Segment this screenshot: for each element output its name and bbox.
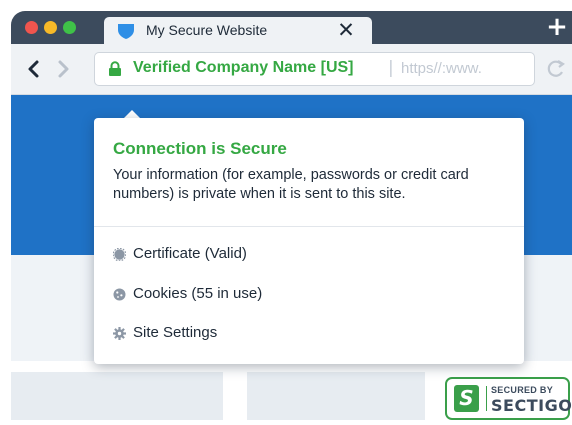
site-settings-label: Site Settings	[133, 324, 218, 341]
badge-divider	[486, 386, 487, 411]
popup-title: Connection is Secure	[113, 139, 287, 158]
sectigo-secured-badge[interactable]: S SECURED BY SECTIGO	[445, 377, 572, 420]
minimize-window-button[interactable]	[44, 21, 57, 34]
sectigo-logo-icon: S	[454, 385, 479, 412]
address-bar[interactable]: Verified Company Name [US] | https//:www…	[94, 52, 535, 86]
badge-secured-by-text: SECURED BY	[491, 385, 554, 395]
url-text[interactable]: https//:www.	[401, 60, 482, 77]
cookies-label: Cookies (55 in use)	[133, 285, 263, 302]
forward-button[interactable]	[54, 59, 72, 79]
browser-window: My Secure Website ✕ + Verified Company N…	[11, 11, 572, 425]
navigation-toolbar: Verified Company Name [US] | https//:www…	[11, 44, 572, 95]
tab-close-button[interactable]: ✕	[336, 20, 356, 41]
shield-icon	[118, 24, 134, 39]
lock-icon[interactable]	[108, 61, 122, 76]
title-bar: My Secure Website ✕ +	[11, 11, 572, 44]
certificate-icon	[113, 248, 126, 261]
popup-description: Your information (for example, passwords…	[113, 167, 469, 202]
certificate-label: Certificate (Valid)	[133, 245, 247, 262]
gear-icon	[113, 327, 126, 340]
reload-icon[interactable]	[545, 59, 567, 79]
back-button[interactable]	[25, 59, 43, 79]
url-separator: |	[388, 58, 394, 78]
browser-tab[interactable]: My Secure Website ✕	[104, 17, 372, 44]
site-security-popup: Connection is Secure Your information (f…	[94, 118, 524, 364]
badge-brand-name: SECTIGO	[491, 396, 572, 415]
popup-divider	[94, 226, 524, 227]
tab-title: My Secure Website	[146, 22, 268, 38]
content-placeholder-left	[11, 372, 223, 420]
verified-company-name[interactable]: Verified Company Name [US]	[133, 59, 354, 77]
maximize-window-button[interactable]	[63, 21, 76, 34]
content-placeholder-middle	[247, 372, 425, 420]
close-window-button[interactable]	[25, 21, 38, 34]
new-tab-button[interactable]: +	[546, 14, 568, 40]
cookie-icon	[113, 288, 126, 301]
